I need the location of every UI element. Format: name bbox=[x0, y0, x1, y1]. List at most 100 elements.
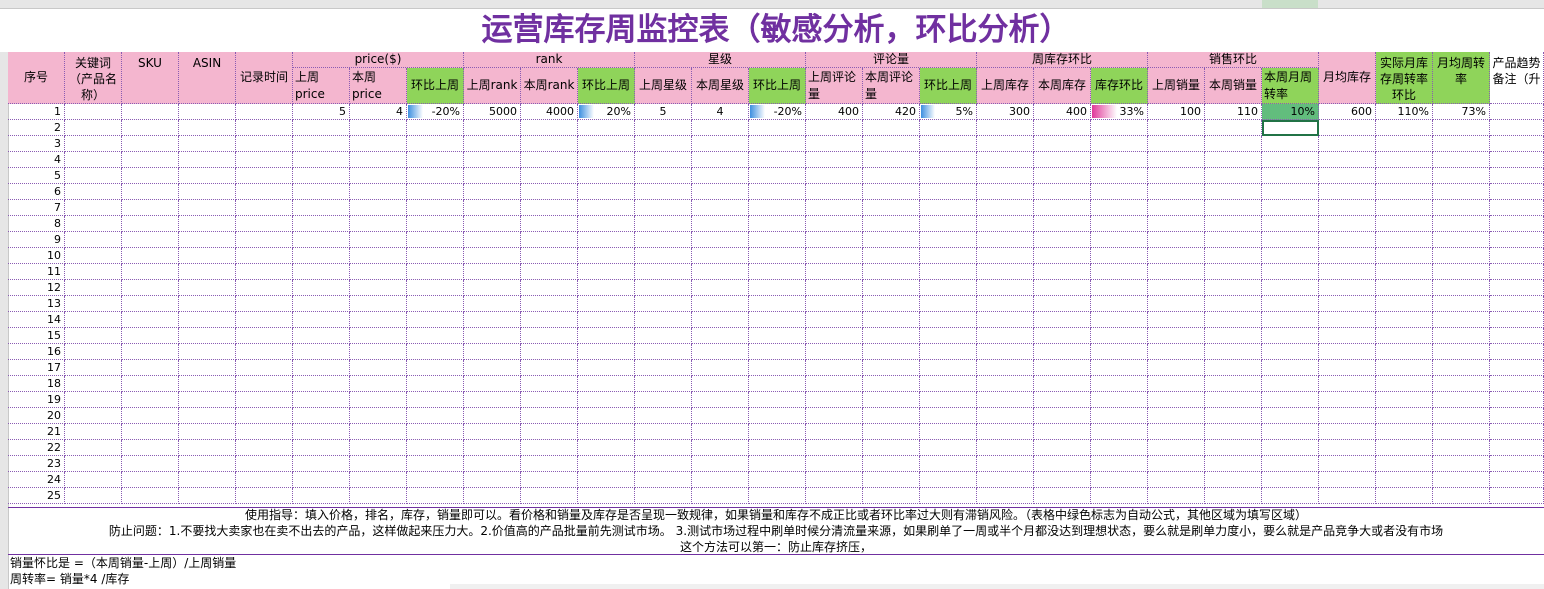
table-cell[interactable] bbox=[122, 264, 179, 280]
table-cell[interactable] bbox=[920, 120, 977, 136]
table-cell[interactable] bbox=[521, 456, 578, 472]
table-cell[interactable] bbox=[635, 424, 692, 440]
table-cell[interactable] bbox=[635, 248, 692, 264]
table-cell[interactable] bbox=[578, 456, 635, 472]
table-cell[interactable] bbox=[1148, 248, 1205, 264]
table-cell[interactable] bbox=[1319, 488, 1376, 504]
method-note[interactable]: 这个方法可以第一：防止库存挤压， bbox=[8, 539, 1544, 555]
table-cell[interactable] bbox=[1319, 248, 1376, 264]
table-cell[interactable] bbox=[578, 488, 635, 504]
table-cell[interactable] bbox=[122, 312, 179, 328]
table-cell[interactable] bbox=[350, 312, 407, 328]
table-cell[interactable] bbox=[977, 440, 1034, 456]
table-cell[interactable] bbox=[65, 360, 122, 376]
sub-cur-sales[interactable]: 本周销量 bbox=[1205, 68, 1262, 104]
table-cell[interactable] bbox=[236, 360, 293, 376]
table-cell[interactable] bbox=[1376, 344, 1433, 360]
table-cell[interactable] bbox=[236, 168, 293, 184]
table-cell[interactable] bbox=[464, 360, 521, 376]
table-cell[interactable] bbox=[350, 376, 407, 392]
table-cell[interactable] bbox=[806, 440, 863, 456]
table-cell[interactable] bbox=[1205, 488, 1262, 504]
table-cell[interactable] bbox=[1148, 120, 1205, 136]
table-cell[interactable] bbox=[578, 440, 635, 456]
table-cell[interactable] bbox=[863, 360, 920, 376]
table-cell[interactable] bbox=[578, 376, 635, 392]
sub-inventory-mom[interactable]: 库存环比 bbox=[1091, 68, 1148, 104]
table-cell[interactable] bbox=[920, 264, 977, 280]
table-cell[interactable] bbox=[1034, 120, 1091, 136]
table-cell[interactable] bbox=[464, 264, 521, 280]
table-cell[interactable] bbox=[1034, 376, 1091, 392]
table-cell[interactable] bbox=[806, 232, 863, 248]
sub-review-mom[interactable]: 环比上周 bbox=[920, 68, 977, 104]
table-cell[interactable] bbox=[635, 312, 692, 328]
table-cell[interactable] bbox=[122, 472, 179, 488]
table-cell[interactable]: 420 bbox=[863, 104, 920, 120]
table-cell[interactable] bbox=[1205, 136, 1262, 152]
table-cell[interactable] bbox=[1433, 184, 1490, 200]
table-cell[interactable] bbox=[1376, 392, 1433, 408]
table-cell[interactable] bbox=[1034, 296, 1091, 312]
table-cell[interactable] bbox=[293, 280, 350, 296]
table-cell[interactable] bbox=[578, 360, 635, 376]
table-cell[interactable] bbox=[635, 488, 692, 504]
table-cell[interactable] bbox=[1148, 264, 1205, 280]
table-cell[interactable] bbox=[977, 136, 1034, 152]
table-cell[interactable] bbox=[578, 136, 635, 152]
table-cell[interactable] bbox=[407, 392, 464, 408]
table-cell[interactable] bbox=[806, 200, 863, 216]
table-cell[interactable] bbox=[977, 312, 1034, 328]
table-cell[interactable] bbox=[1376, 280, 1433, 296]
table-cell[interactable] bbox=[1205, 408, 1262, 424]
table-cell[interactable] bbox=[521, 232, 578, 248]
table-cell[interactable] bbox=[1205, 216, 1262, 232]
table-cell[interactable] bbox=[464, 200, 521, 216]
table-cell[interactable] bbox=[65, 280, 122, 296]
table-cell[interactable] bbox=[863, 200, 920, 216]
table-cell[interactable] bbox=[521, 184, 578, 200]
table-cell[interactable] bbox=[1034, 168, 1091, 184]
table-cell[interactable] bbox=[65, 216, 122, 232]
table-cell[interactable] bbox=[977, 216, 1034, 232]
table-cell[interactable]: 300 bbox=[977, 104, 1034, 120]
table-cell[interactable] bbox=[350, 200, 407, 216]
table-cell[interactable]: 400 bbox=[1034, 104, 1091, 120]
table-cell[interactable]: 10% bbox=[1262, 104, 1319, 120]
table-cell[interactable] bbox=[1034, 264, 1091, 280]
table-cell[interactable] bbox=[65, 424, 122, 440]
table-cell[interactable] bbox=[1490, 344, 1544, 360]
header-seq[interactable]: 序号 bbox=[8, 52, 65, 104]
table-cell[interactable] bbox=[293, 360, 350, 376]
table-cell[interactable] bbox=[1262, 168, 1319, 184]
table-cell[interactable] bbox=[293, 440, 350, 456]
sub-cur-star[interactable]: 本周星级 bbox=[692, 68, 749, 104]
table-cell[interactable] bbox=[863, 392, 920, 408]
table-cell[interactable] bbox=[1433, 360, 1490, 376]
table-cell[interactable] bbox=[1319, 344, 1376, 360]
table-cell[interactable] bbox=[1319, 168, 1376, 184]
table-cell[interactable] bbox=[635, 408, 692, 424]
table-cell[interactable] bbox=[977, 200, 1034, 216]
table-cell[interactable] bbox=[1376, 248, 1433, 264]
table-cell[interactable] bbox=[920, 296, 977, 312]
table-cell[interactable] bbox=[863, 264, 920, 280]
table-cell[interactable] bbox=[863, 216, 920, 232]
table-cell[interactable] bbox=[1490, 424, 1544, 440]
table-cell[interactable] bbox=[236, 104, 293, 120]
table-cell[interactable] bbox=[521, 248, 578, 264]
table-cell[interactable] bbox=[350, 136, 407, 152]
table-cell[interactable] bbox=[1034, 440, 1091, 456]
table-cell[interactable] bbox=[293, 424, 350, 440]
table-cell[interactable] bbox=[692, 440, 749, 456]
table-cell[interactable] bbox=[920, 184, 977, 200]
header-asin[interactable]: ASIN bbox=[179, 52, 236, 104]
table-cell[interactable] bbox=[1091, 424, 1148, 440]
table-cell[interactable] bbox=[65, 408, 122, 424]
sub-prev-price[interactable]: 上周 price bbox=[293, 68, 350, 104]
table-cell[interactable] bbox=[749, 392, 806, 408]
table-cell[interactable] bbox=[920, 424, 977, 440]
table-cell[interactable] bbox=[293, 152, 350, 168]
table-cell[interactable] bbox=[464, 392, 521, 408]
table-cell[interactable] bbox=[179, 440, 236, 456]
